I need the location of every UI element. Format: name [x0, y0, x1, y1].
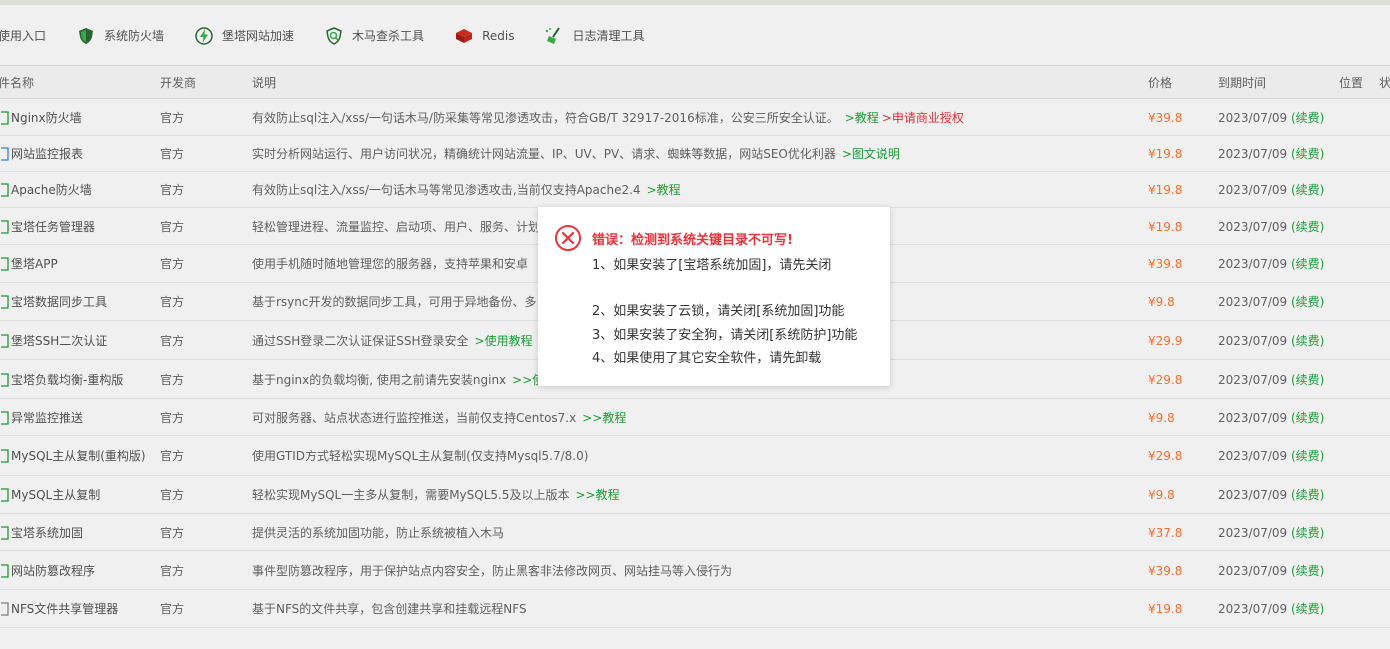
error-line-3: 3、如果安装了安全狗，请关闭[系统防护]功能	[592, 328, 858, 343]
error-line-1: 1、如果安装了[宝塔系统加固]，请先关闭	[592, 258, 832, 273]
error-title: 错误：检测到系统关键目录不可写!	[592, 233, 793, 248]
error-line-2: 2、如果安装了云锁，请关闭[系统加固]功能	[592, 304, 845, 319]
error-dialog: 错误：检测到系统关键目录不可写! 1、如果安装了[宝塔系统加固]，请先关闭 2、…	[538, 207, 890, 386]
error-line-4: 4、如果使用了其它安全软件，请先卸载	[592, 351, 822, 366]
plugin-store-page: 使用入口 系统防火墙 堡塔网站加速 木马查杀工具 Redis 日志清理工具 件名…	[0, 0, 1390, 649]
error-circle-icon	[555, 225, 581, 251]
